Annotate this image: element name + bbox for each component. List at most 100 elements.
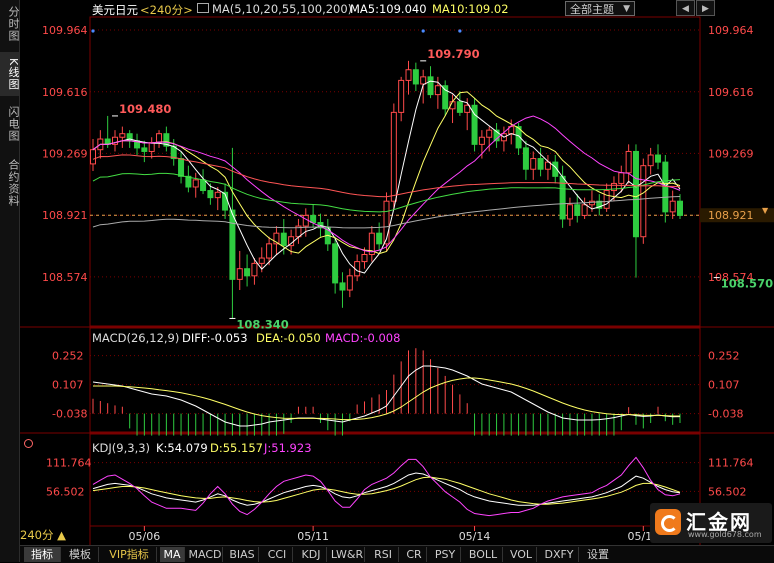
y-tick-label-right: -0.038 <box>708 408 743 421</box>
tab-dxfy[interactable]: DXFY <box>540 547 579 562</box>
candle-body <box>669 200 676 213</box>
candle-body <box>339 282 346 291</box>
y-tick-label-left: -0.038 <box>52 408 87 421</box>
candle-body <box>376 232 383 245</box>
candle-body <box>148 142 155 152</box>
tab-templates[interactable]: 模板 <box>62 547 99 562</box>
candle-body <box>537 158 544 170</box>
candle-body <box>258 257 265 264</box>
candle-body <box>332 243 339 284</box>
candle-body <box>442 85 449 110</box>
candle-body <box>434 85 441 96</box>
candle-body <box>90 149 96 165</box>
y-tick-label-left: 0.252 <box>52 350 84 363</box>
candle-body <box>251 262 258 277</box>
y-tick-label-left: 109.616 <box>42 86 88 99</box>
tab-cr[interactable]: CR <box>402 547 427 562</box>
y-tick-label-left: 56.502 <box>46 485 85 498</box>
candle-body <box>398 79 405 113</box>
candle-body <box>361 253 368 263</box>
candle-body <box>405 69 412 81</box>
signal-marker <box>91 29 95 33</box>
candle-body <box>236 268 243 280</box>
x-tick-label: 05/14 <box>459 530 491 543</box>
y-tick-label-right: 111.764 <box>708 457 754 470</box>
tab-settings[interactable]: 设置 <box>582 547 614 562</box>
signal-marker <box>458 29 462 33</box>
tab-macd[interactable]: MACD <box>188 547 223 562</box>
candle-body <box>486 129 493 138</box>
tab-psy[interactable]: PSY <box>430 547 461 562</box>
y-tick-label-right: 109.964 <box>708 24 754 37</box>
annotation-label: 109.790 <box>427 47 479 61</box>
period-select[interactable]: 240分 ▲ <box>20 528 92 543</box>
candle-body <box>662 161 669 213</box>
candle-body <box>478 136 485 145</box>
y-tick-label-right: 0.252 <box>708 350 740 363</box>
candle-body <box>178 158 185 177</box>
candle-body <box>244 268 251 277</box>
y-tick-label-left: 0.107 <box>52 379 84 392</box>
annotation-label: 108.340 <box>236 317 288 331</box>
candle-body <box>119 133 126 138</box>
candle-body <box>574 204 581 216</box>
candle-body <box>530 158 537 170</box>
candle-body <box>412 69 419 85</box>
candle-body <box>456 101 463 113</box>
y-tick-label-left: 108.921 <box>42 209 88 222</box>
y-tick-label-right: 109.616 <box>708 86 754 99</box>
tab-vip-indicators[interactable]: VIP指标 <box>102 547 157 562</box>
candle-body <box>603 190 610 209</box>
candle-body <box>647 154 654 167</box>
candle-body <box>522 147 529 170</box>
indicator-toolbar: 指标 模板 VIP指标 MA MACD BIAS CCI KDJ LW&R RS… <box>20 545 774 563</box>
candle-body <box>632 150 639 238</box>
tab-cci[interactable]: CCI <box>262 547 293 562</box>
candle-body <box>156 133 163 144</box>
gold678-logo: 汇金网 www.gold678.com <box>650 503 772 543</box>
tab-lwr[interactable]: LW&R <box>330 547 365 562</box>
y-tick-label-right: 0.107 <box>708 379 740 392</box>
logo-mark-icon <box>655 509 681 535</box>
candle-body <box>280 232 287 247</box>
tab-rsi[interactable]: RSI <box>368 547 399 562</box>
tab-ma[interactable]: MA <box>160 547 185 562</box>
price-chart[interactable]: 109.964 109.964 109.616 109.616 109.269 109.2… <box>0 0 774 562</box>
candle-body <box>229 209 236 280</box>
candle-body <box>200 179 207 192</box>
tab-vol[interactable]: VOL <box>506 547 537 562</box>
y-tick-label-left: 111.764 <box>46 457 92 470</box>
y-tick-label-left: 109.269 <box>42 147 88 160</box>
candle-body <box>618 172 625 184</box>
last-price-label: 108.921 <box>708 209 754 222</box>
tab-indicators[interactable]: 指标 <box>24 547 61 562</box>
tab-boll[interactable]: BOLL <box>464 547 503 562</box>
candle-body <box>207 190 214 199</box>
candle-body <box>566 204 573 220</box>
y-tick-label-left: 108.574 <box>42 271 88 284</box>
candle-body <box>141 147 148 152</box>
y-tick-label-right: 56.502 <box>708 485 747 498</box>
candle-body <box>302 214 309 227</box>
candle-body <box>192 179 199 188</box>
candle-body <box>346 275 353 291</box>
candle-body <box>214 191 221 199</box>
candle-body <box>390 111 397 202</box>
candle-body <box>310 214 317 224</box>
y-tick-label-right: 109.269 <box>708 147 754 160</box>
candle-body <box>427 76 434 96</box>
candle-body <box>420 76 427 85</box>
annotation-label: 108.570 <box>721 277 773 291</box>
logo-url: www.gold678.com <box>688 530 762 539</box>
x-tick-label: 05/06 <box>129 530 161 543</box>
signal-marker <box>421 29 425 33</box>
pane-border-2 <box>89 433 701 527</box>
candle-body <box>640 165 647 238</box>
candle-body <box>266 243 273 259</box>
tab-bias[interactable]: BIAS <box>226 547 259 562</box>
candle-body <box>654 154 661 163</box>
annotation-label: 109.480 <box>119 102 171 116</box>
tab-kdj[interactable]: KDJ <box>296 547 327 562</box>
x-tick-label: 05/11 <box>297 530 329 543</box>
last-price-marker-icon: ▼ <box>762 206 769 215</box>
